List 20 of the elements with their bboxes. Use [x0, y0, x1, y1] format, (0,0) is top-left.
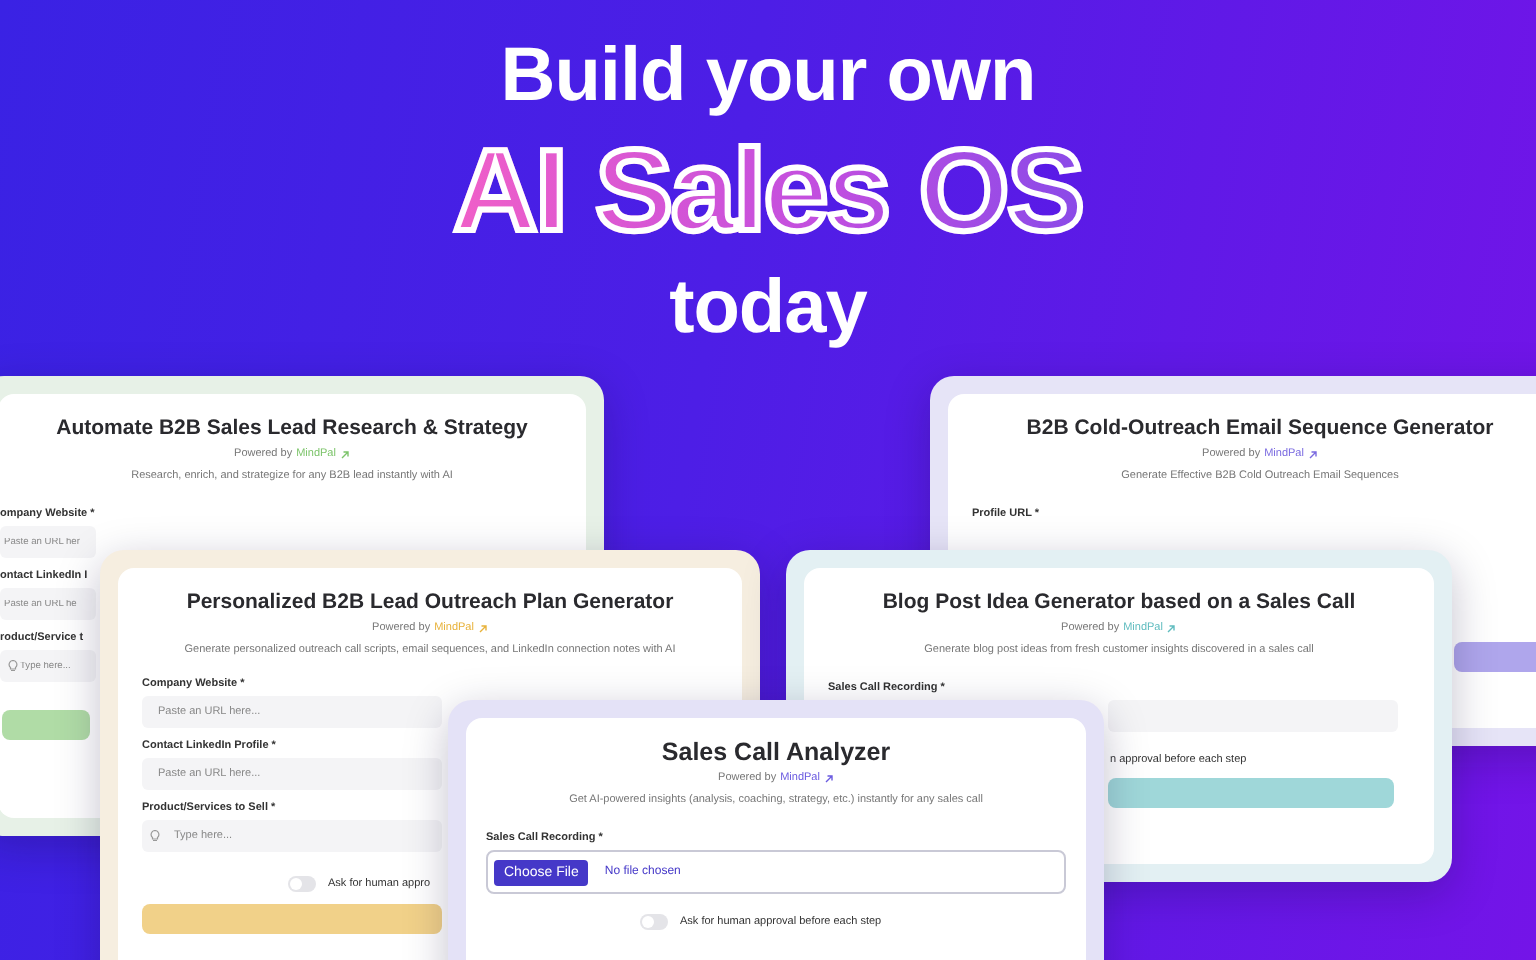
toggle-switch[interactable]	[288, 876, 316, 892]
toggle-switch[interactable]	[640, 914, 668, 930]
form-title: Personalized B2B Lead Outreach Plan Generator	[184, 588, 676, 618]
lightbulb-icon	[8, 660, 18, 672]
external-link-icon	[339, 449, 350, 459]
form-title: B2B Cold-Outreach Email Sequence Generator	[1024, 414, 1496, 444]
headline-text: Build your own	[500, 32, 1036, 122]
lightbulb-icon	[150, 830, 160, 842]
form-title: Sales Call Analyzer	[659, 736, 893, 768]
external-link-icon	[1307, 449, 1318, 459]
submit-button[interactable]	[2, 710, 90, 740]
input-field[interactable]	[1108, 700, 1398, 732]
submit-button[interactable]	[1108, 778, 1394, 808]
external-link-icon	[1166, 623, 1177, 633]
submit-button[interactable]	[142, 904, 442, 934]
form-title: Automate B2B Sales Lead Research & Strategy	[54, 414, 530, 444]
headline-text: today	[669, 264, 867, 354]
form-title: Blog Post Idea Generator based on a Sales Call	[880, 588, 1358, 618]
external-link-icon	[823, 773, 834, 783]
external-link-icon	[477, 623, 488, 633]
